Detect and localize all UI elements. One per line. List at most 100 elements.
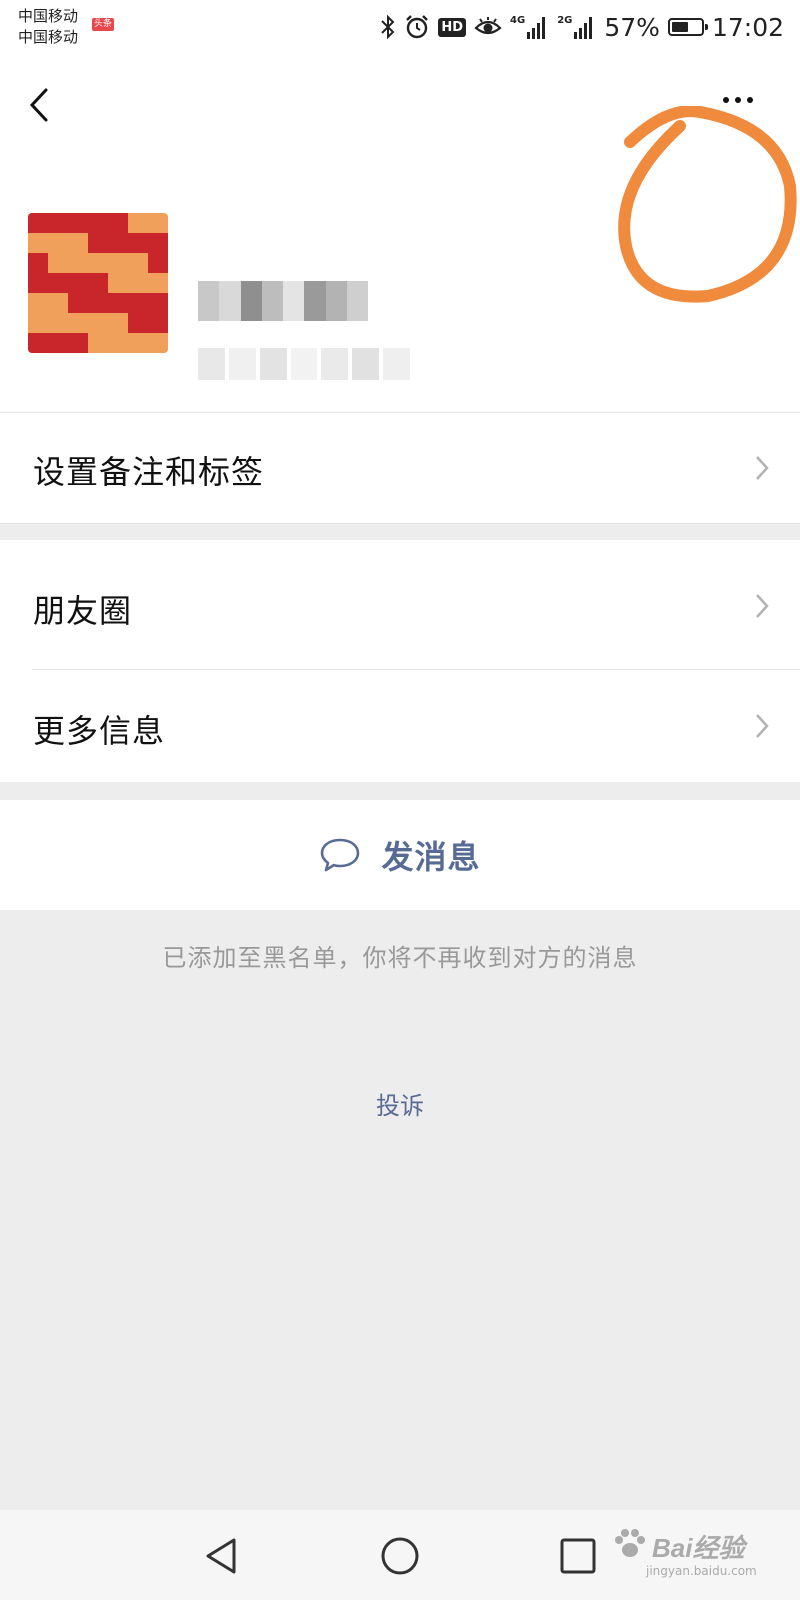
avatar-pixel [28, 273, 48, 293]
avatar-pixel [68, 333, 88, 353]
avatar-pixel [128, 233, 148, 253]
battery-level [671, 22, 688, 32]
avatar-pixel [88, 233, 108, 253]
avatar-pixel [148, 293, 168, 313]
orange-circle-annotation [618, 106, 797, 303]
network-type-1: 4G [510, 15, 526, 26]
battery-percent: 57% [604, 12, 660, 42]
avatar-pixel [88, 273, 108, 293]
avatar-pixel [148, 313, 168, 333]
avatar-pixel [68, 313, 88, 333]
profile-header [0, 56, 800, 412]
baidu-jingyan-watermark: Bai经验 jingyan.baidu.com [612, 1522, 800, 1588]
ellipsis-icon [723, 97, 753, 103]
network-type-2: 2G [557, 15, 573, 26]
avatar-pixel [28, 233, 48, 253]
avatar-pixel [48, 293, 68, 313]
signal-bars-icon [527, 17, 546, 39]
more-options-button[interactable] [714, 82, 764, 122]
watermark-brand: Bai经验 [652, 1533, 745, 1563]
avatar-pixel [148, 273, 168, 293]
avatar-pixel [88, 293, 108, 313]
watermark-url: jingyan.baidu.com [646, 1564, 757, 1578]
notification-badge: 头条 [92, 18, 115, 31]
section-divider [0, 523, 800, 524]
avatar-pixel [128, 333, 148, 353]
avatar-pixel [68, 273, 88, 293]
chevron-right-icon [756, 714, 769, 738]
alarm-icon [406, 15, 429, 39]
eye-icon [474, 17, 502, 35]
complain-link[interactable]: 投诉 [0, 1086, 800, 1121]
profile-id-redacted [198, 348, 411, 380]
avatar-pixel [128, 273, 148, 293]
nav-home-icon[interactable] [376, 1532, 424, 1580]
avatar-pixel [108, 233, 128, 253]
avatar-pixel [28, 333, 48, 353]
avatar-pixel [108, 293, 128, 313]
carrier-info: 中国移动 中国移动 [18, 6, 78, 48]
avatar-pixel [48, 313, 68, 333]
avatar-pixel [48, 233, 68, 253]
signal-bars-icon [574, 17, 593, 39]
send-message-label: 发消息 [381, 838, 481, 876]
blacklist-notice: 已添加至黑名单，你将不再收到对方的消息 [162, 944, 638, 972]
nav-recents-icon[interactable] [554, 1532, 602, 1580]
avatar-pixel [68, 233, 88, 253]
chat-bubble-icon [321, 838, 360, 872]
more-info-cell[interactable]: 更多信息 [0, 670, 800, 782]
chevron-left-icon [29, 88, 48, 122]
avatar-pixel [128, 313, 148, 333]
battery-icon [667, 18, 708, 36]
avatar-pixel [108, 333, 128, 353]
clock: 17:02 [711, 12, 784, 42]
avatar-pixel [148, 333, 168, 353]
avatar-pixel [48, 333, 68, 353]
moments-label: 朋友圈 [33, 592, 133, 630]
avatar-pixel [108, 313, 128, 333]
bluetooth-icon [381, 14, 395, 40]
chevron-right-icon [756, 594, 769, 618]
avatar-pixel [88, 213, 108, 233]
avatar-pixel [28, 253, 48, 273]
carrier-1: 中国移动 [18, 7, 79, 25]
signal-2g: 2G [557, 15, 596, 39]
signal-4g: 4G [510, 15, 549, 39]
profile-name-redacted [198, 281, 368, 321]
avatar-pixel [48, 253, 68, 273]
avatar-pixel [148, 213, 168, 233]
avatar-pixel [68, 253, 88, 273]
status-bar: 中国移动 中国移动 头条 HD 4G 2G 57% 17:02 [0, 0, 800, 56]
avatar-pixel [28, 313, 48, 333]
avatar[interactable] [28, 213, 168, 353]
avatar-pixel [108, 213, 128, 233]
remark-tags-cell[interactable]: 设置备注和标签 [0, 413, 800, 523]
remark-tags-label: 设置备注和标签 [33, 453, 265, 491]
battery-cap [704, 24, 708, 30]
back-button[interactable] [20, 78, 64, 126]
paw-icon [615, 1529, 645, 1557]
avatar-pixel [68, 213, 88, 233]
carrier-2: 中国移动 [18, 28, 79, 46]
avatar-pixel [48, 273, 68, 293]
avatar-pixel [108, 253, 128, 273]
avatar-pixel [128, 293, 148, 313]
moments-cell[interactable]: 朋友圈 [0, 540, 800, 670]
avatar-pixel [88, 313, 108, 333]
avatar-pixel [128, 253, 148, 273]
avatar-pixel [88, 333, 108, 353]
avatar-pixel [128, 213, 148, 233]
chevron-right-icon [756, 456, 769, 480]
hd-icon: HD [438, 17, 467, 37]
more-info-label: 更多信息 [33, 712, 166, 750]
avatar-pixel [68, 293, 88, 313]
nav-back-icon[interactable] [198, 1532, 246, 1580]
avatar-pixel [148, 233, 168, 253]
avatar-pixel [148, 253, 168, 273]
avatar-pixel [108, 273, 128, 293]
avatar-pixel [48, 213, 68, 233]
avatar-pixel [28, 293, 48, 313]
avatar-pixel [28, 213, 48, 233]
send-message-button[interactable]: 发消息 [0, 800, 800, 910]
avatar-pixel [88, 253, 108, 273]
